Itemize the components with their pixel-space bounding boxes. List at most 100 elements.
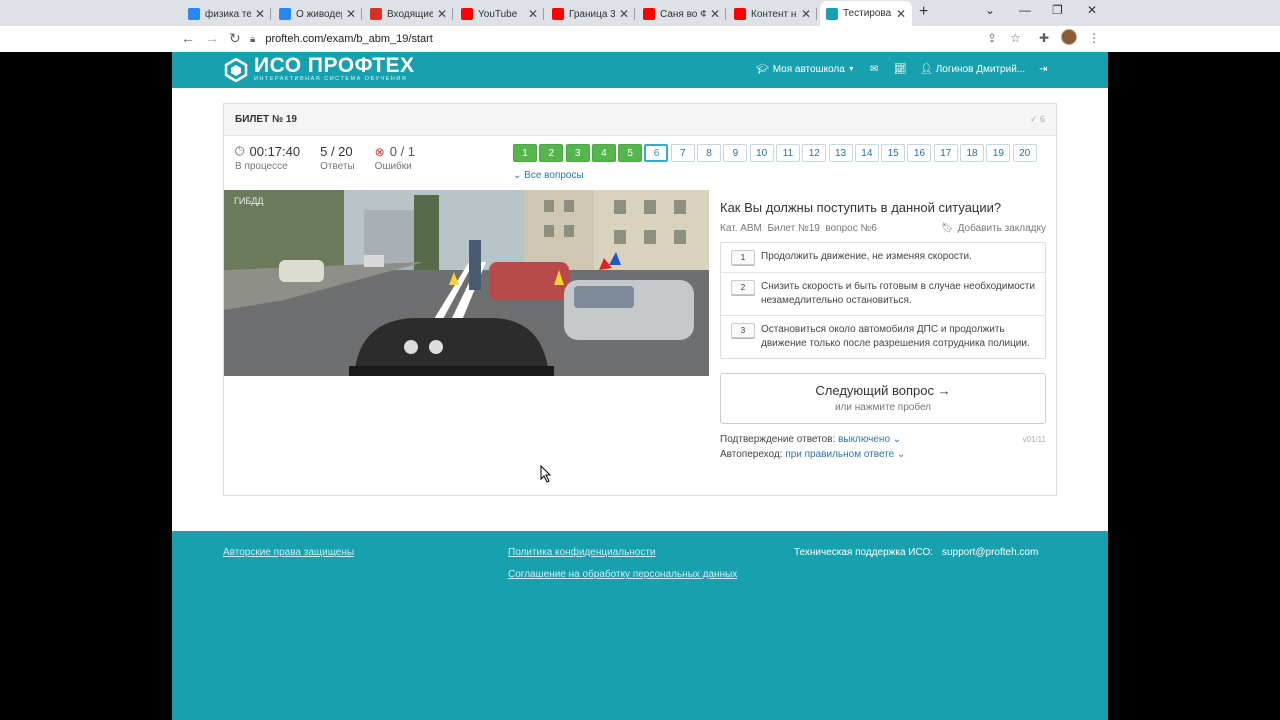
restore-button[interactable]: ❐ — [1052, 3, 1063, 17]
mail-icon[interactable]: ✉ — [870, 64, 878, 75]
logout-icon[interactable]: ⇥ — [1039, 64, 1047, 75]
question-category: Кат. ABM — [720, 223, 762, 234]
browser-tab[interactable]: YouTube ✕ — [455, 3, 544, 25]
question-number-button[interactable]: 2 — [539, 144, 564, 162]
answer-list: 1 Продолжить движение, не изменяя скорост… — [720, 242, 1046, 359]
consent-link[interactable]: Соглашение на обработку персональных дан… — [508, 569, 737, 580]
question-number-button[interactable]: 15 — [881, 144, 906, 162]
minimize-button[interactable]: — — [1019, 3, 1031, 17]
reload-icon[interactable]: ↻ — [229, 30, 241, 47]
tab-close-icon[interactable]: ✕ — [255, 7, 265, 21]
question-number-button[interactable]: 4 — [591, 144, 616, 162]
tab-title: Входящие — [387, 8, 433, 20]
question-number-button[interactable]: 20 — [1012, 144, 1037, 162]
question-number-button[interactable]: 16 — [907, 144, 932, 162]
stats-chart-icon[interactable]: 📈︎ — [894, 64, 907, 75]
site-footer: Авторские права защищены Политика конфид… — [172, 531, 1108, 720]
extensions-icon[interactable]: ✚ — [1039, 31, 1049, 45]
tab-close-icon[interactable]: ✕ — [619, 7, 629, 21]
question-number-button[interactable]: 17 — [933, 144, 958, 162]
address-bar[interactable]: 🔒︎ profteh.com/exam/b_abm_19/start — [250, 29, 1030, 49]
browser-tab[interactable]: Входящие ✕ — [364, 3, 453, 25]
errors-stat: ⊗ 0 / 1 Ошибки — [375, 144, 415, 172]
answer-option[interactable]: 1 Продолжить движение, не изменяя скорост… — [721, 243, 1045, 273]
next-question-button[interactable]: Следующий вопрос → или нажмите пробел — [720, 373, 1046, 424]
privacy-link[interactable]: Политика конфиденциальности — [508, 547, 656, 558]
question-number-button[interactable]: 1 — [513, 144, 537, 162]
tab-separator — [452, 8, 453, 20]
browser-tab[interactable]: Контент н ✕ — [728, 3, 817, 25]
browser-tab[interactable]: Саня во Ф ✕ — [637, 3, 726, 25]
tab-separator — [543, 8, 544, 20]
next-question-hint: или нажмите пробел — [834, 402, 932, 413]
new-tab-button[interactable]: + — [919, 3, 928, 21]
tab-separator — [725, 8, 726, 20]
menu-icon[interactable]: ⋮ — [1088, 31, 1100, 45]
question-ticket: Билет №19 — [767, 223, 820, 234]
question-number-button[interactable]: 12 — [802, 144, 827, 162]
answer-number: 1 — [731, 250, 755, 265]
answer-option[interactable]: 2 Снизить скорость и быть готовым в случа… — [721, 273, 1045, 316]
tab-separator — [361, 8, 362, 20]
all-questions-toggle[interactable]: ⌄ Все вопросы — [513, 170, 584, 181]
question-number-button[interactable]: 10 — [749, 144, 774, 162]
url-text: profteh.com/exam/b_abm_19/start — [265, 33, 433, 45]
question-number-button[interactable]: 19 — [986, 144, 1011, 162]
question-number-button[interactable]: 11 — [775, 144, 800, 162]
tab-close-icon[interactable]: ✕ — [710, 7, 720, 21]
youtube-icon — [643, 8, 655, 20]
question-number-button[interactable]: 18 — [960, 144, 985, 162]
errors-value: 0 / 1 — [389, 144, 416, 159]
chevron-down-icon: ⌄ — [513, 170, 522, 181]
address-bar-row: ← → ↻ 🔒︎ profteh.com/exam/b_abm_19/start… — [0, 26, 1280, 52]
bookmark-button[interactable]: 🔖︎ Добавить закладку — [941, 223, 1046, 234]
tab-close-icon[interactable]: ✕ — [528, 7, 538, 21]
tab-close-icon[interactable]: ✕ — [437, 7, 447, 21]
site-header: ИСО ПРОФТЕХ ИНТЕРАКТИВНАЯ СИСТЕМА ОБУЧЕН… — [172, 52, 1108, 88]
question-number: вопрос №6 — [825, 223, 877, 234]
exam-stats: 🕒︎ 00:17:40 В процессе 5 / 20 Ответы ⊗ 0 /… — [235, 144, 435, 172]
question-number-button[interactable]: 8 — [697, 144, 722, 162]
browser-tab[interactable]: физика тел ✕ — [182, 3, 271, 25]
autonext-label: Автопереход: — [720, 449, 783, 460]
vk-icon — [188, 8, 200, 20]
answers-value: 5 / 20 — [320, 144, 353, 159]
browser-tab[interactable]: Граница 3 ✕ — [546, 3, 635, 25]
profile-avatar-icon[interactable] — [1061, 29, 1077, 45]
support-email[interactable]: support@profteh.com — [942, 547, 1038, 558]
confirm-toggle[interactable]: выключено ⌄ — [838, 434, 901, 445]
user-menu[interactable]: 👤︎ Логинов Дмитрий... — [920, 64, 1025, 75]
school-menu[interactable]: 🎓︎ Моя автошкола ▼ — [756, 64, 855, 75]
answer-number: 3 — [731, 323, 755, 338]
copyright-link[interactable]: Авторские права защищены — [223, 547, 354, 558]
browser-tab[interactable]: О живодер ✕ — [273, 3, 362, 25]
tab-close-icon[interactable]: ✕ — [346, 7, 356, 21]
caret-down-icon: ▼ — [847, 66, 855, 73]
clock-icon: 🕒︎ — [235, 144, 245, 158]
question-number-button[interactable]: 7 — [670, 144, 695, 162]
profteh-icon — [826, 7, 838, 20]
tab-close-icon[interactable]: ✕ — [801, 7, 811, 21]
errors-label: Ошибки — [374, 161, 412, 172]
tab-search-icon[interactable]: ⌄ — [985, 3, 995, 17]
question-number-button[interactable]: 3 — [565, 144, 590, 162]
logo-subtitle: ИНТЕРАКТИВНАЯ СИСТЕМА ОБУЧЕНИЯ — [254, 76, 408, 82]
bookmark-star-icon[interactable]: ☆ — [1010, 31, 1021, 45]
question-number-button[interactable]: 13 — [828, 144, 853, 162]
forward-icon[interactable]: → — [205, 30, 219, 46]
autonext-toggle[interactable]: при правильном ответе ⌄ — [785, 449, 905, 460]
answer-option[interactable]: 3 Остановиться около автомобиля ДПС и про… — [721, 316, 1045, 358]
share-icon[interactable]: ⇪ — [987, 31, 997, 45]
question-number-button[interactable]: 6 — [644, 144, 669, 162]
question-number-button[interactable]: 14 — [854, 144, 879, 162]
bookmark-icon: 🔖︎ — [940, 223, 954, 234]
logo-title: ИСО ПРОФТЕХ — [254, 54, 415, 77]
autonext-value: при правильном ответе — [785, 449, 895, 460]
tab-close-icon[interactable]: ✕ — [896, 7, 906, 21]
question-number-button[interactable]: 5 — [618, 144, 643, 162]
browser-tab[interactable]: Тестирова ✕ — [820, 1, 912, 26]
question-number-button[interactable]: 9 — [723, 144, 748, 162]
back-icon[interactable]: ← — [181, 30, 195, 46]
site-logo[interactable]: ИСО ПРОФТЕХ ИНТЕРАКТИВНАЯ СИСТЕМА ОБУЧЕН… — [224, 54, 415, 83]
close-window-button[interactable]: ✕ — [1087, 3, 1097, 17]
